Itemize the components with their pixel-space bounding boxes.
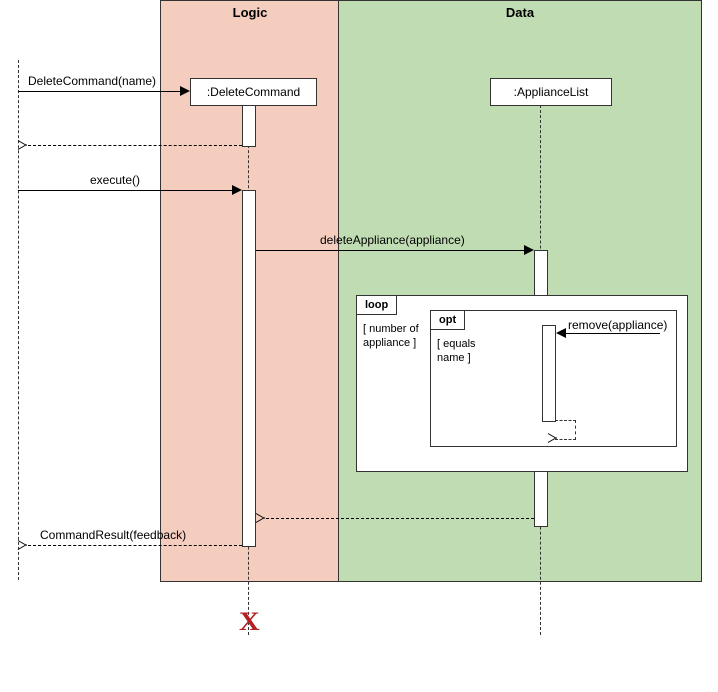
msg-remove-label: remove(appliance) [568,318,667,332]
fragment-opt-tab: opt [430,310,465,330]
msg-create-arrowhead [180,86,190,96]
msg-deleteappliance-arrowhead [524,245,534,255]
msg-remove-arrowhead [556,328,566,338]
msg-execute-arrowhead [232,185,242,195]
lifeline-deletecommand-box: :DeleteCommand [190,78,317,106]
msg-remove-line [565,333,660,334]
msg-result-line [28,545,242,546]
msg-create-line [18,91,180,92]
activation-appliancelist-remove [542,325,556,422]
fragment-loop-guard: [ number of appliance ] [363,322,419,351]
lifeline-appliancelist-box: :ApplianceList [490,78,612,106]
msg-deleteappliance-line [256,250,524,251]
msg-result-label: CommandResult(feedback) [40,528,186,542]
msg-remove-return-box [555,420,576,440]
region-data-title: Data [506,5,534,20]
activation-deletecommand-2 [242,190,256,547]
fragment-loop-tab: loop [356,295,397,315]
msg-deleteappliance-return-arrowhead [256,513,266,523]
sequence-diagram: Logic Data :DeleteCommand :ApplianceList… [0,0,718,692]
msg-create-return-arrowhead [18,140,28,150]
msg-result-arrowhead [18,540,28,550]
lifeline-appliancelist-label: :ApplianceList [514,85,589,99]
msg-execute-line [18,190,232,191]
lifeline-deletecommand-label: :DeleteCommand [207,85,300,99]
fragment-opt-guard: [ equals name ] [437,337,476,366]
msg-create-return-line [28,145,242,146]
destroy-icon: X [239,607,260,637]
msg-execute-label: execute() [90,173,140,187]
msg-deleteappliance-label: deleteAppliance(appliance) [320,233,465,247]
msg-deleteappliance-return-line [266,518,534,519]
activation-deletecommand-1 [242,105,256,147]
region-logic-title: Logic [233,5,268,20]
msg-remove-return-arrowhead [548,433,558,443]
msg-create-label: DeleteCommand(name) [28,74,156,88]
actor-lifeline [18,60,19,580]
